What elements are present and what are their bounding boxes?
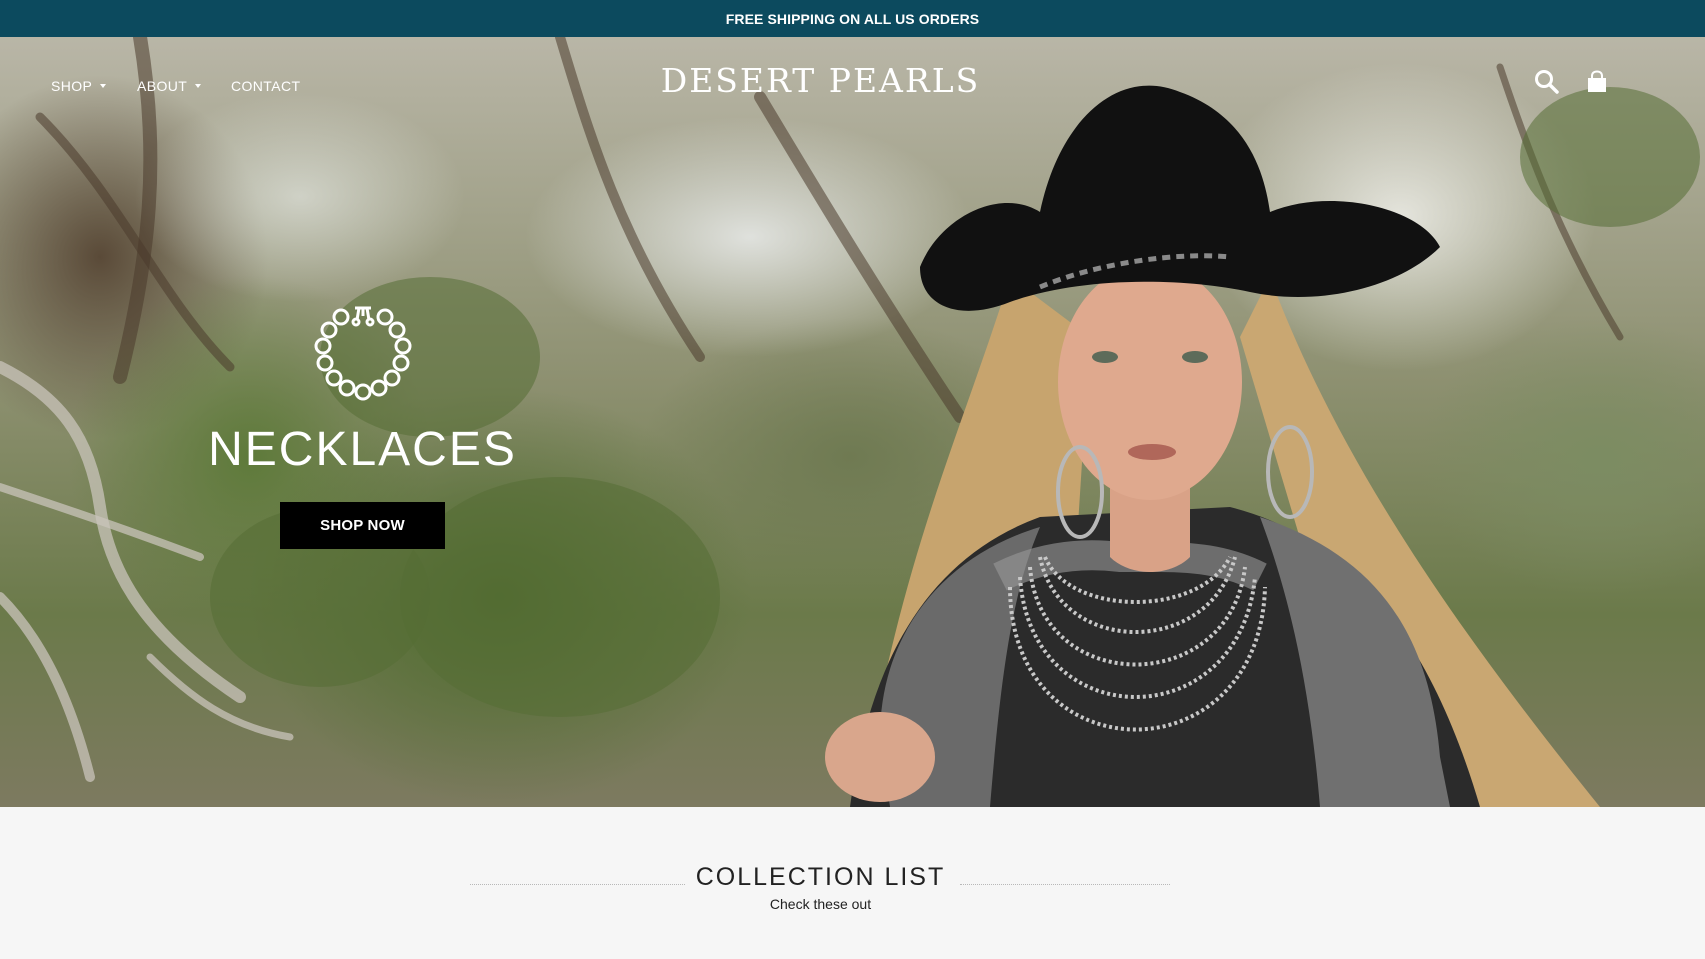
collection-subheading: Check these out — [769, 896, 872, 912]
pearl-necklace-icon — [200, 300, 525, 404]
shop-now-button[interactable]: SHOP NOW — [280, 502, 445, 549]
announcement-text: FREE SHIPPING ON ALL US ORDERS — [725, 10, 980, 27]
collection-list-section: COLLECTION LIST Check these out — [0, 807, 1705, 959]
collection-heading: COLLECTION LIST — [695, 863, 946, 891]
heading-divider-right — [960, 884, 1170, 885]
announcement-bar: FREE SHIPPING ON ALL US ORDERS — [0, 0, 1705, 37]
shopping-bag-icon[interactable] — [1582, 67, 1612, 97]
site-logo[interactable]: DESERT PEARLS — [0, 61, 1641, 100]
search-icon[interactable] — [1532, 67, 1562, 97]
hero-content: NECKLACES SHOP NOW — [200, 300, 525, 549]
site-header: SHOP ABOUT CONTACT DESERT PEARLS — [0, 37, 1705, 127]
hero-title: NECKLACES — [208, 423, 517, 476]
